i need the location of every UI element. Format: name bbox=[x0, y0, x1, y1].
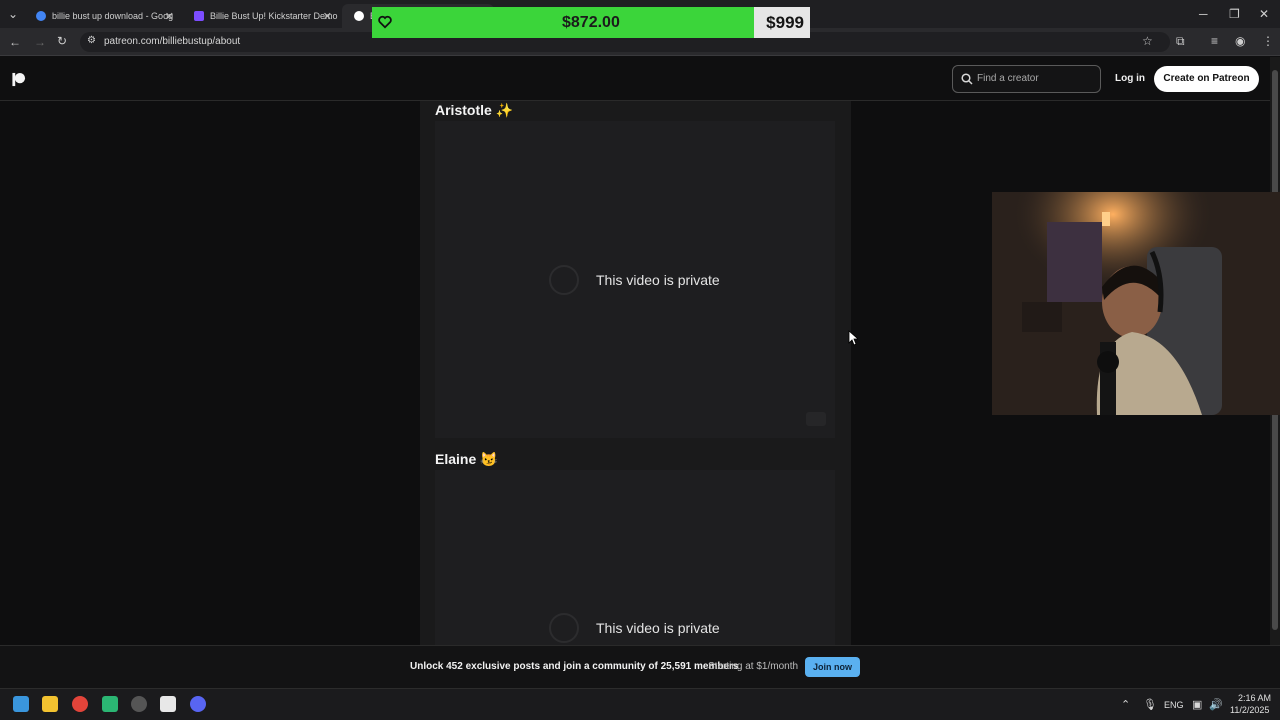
search-placeholder: Find a creator bbox=[977, 73, 1039, 84]
webcam-feed-image bbox=[992, 192, 1280, 415]
private-lock-icon bbox=[549, 265, 579, 295]
site-info-icon[interactable]: ⚙ bbox=[87, 36, 96, 46]
close-tab-icon[interactable]: ✕ bbox=[165, 10, 174, 23]
video-private-message: This video is private bbox=[596, 620, 720, 636]
webcam-overlay bbox=[992, 192, 1280, 415]
google-favicon-icon bbox=[36, 11, 46, 21]
search-icon bbox=[961, 73, 973, 85]
login-link[interactable]: Log in bbox=[1115, 73, 1145, 84]
back-arrow-icon[interactable]: ← bbox=[9, 36, 21, 48]
create-on-patreon-button[interactable]: Create on Patreon bbox=[1154, 66, 1259, 92]
discord-icon[interactable] bbox=[190, 696, 206, 712]
kickstarter-favicon-icon bbox=[194, 11, 204, 21]
app-gear-icon[interactable] bbox=[131, 696, 147, 712]
tab-label: Billie Bust Up! Kickstarter Demo bbox=[210, 11, 338, 21]
video-player[interactable] bbox=[435, 470, 835, 645]
restore-icon[interactable]: ❐ bbox=[1229, 8, 1240, 20]
extensions-icon[interactable]: ⧉ bbox=[1176, 35, 1185, 47]
media-control-icon[interactable]: ≡ bbox=[1211, 35, 1218, 47]
private-lock-icon bbox=[549, 613, 579, 643]
tab-list-icon[interactable]: ⌄ bbox=[8, 8, 18, 20]
tab-kickstarter[interactable]: Billie Bust Up! Kickstarter Demo ✕ bbox=[182, 4, 340, 28]
forward-arrow-icon[interactable]: → bbox=[34, 36, 46, 48]
bookmark-star-icon[interactable]: ☆ bbox=[1142, 35, 1153, 47]
donation-goal: $999 bbox=[766, 13, 804, 32]
banner-price: Starting at $1/month bbox=[708, 661, 799, 672]
banner-text: Unlock 452 exclusive posts and join a co… bbox=[410, 661, 739, 672]
donation-amount: $872.00 bbox=[562, 14, 620, 31]
tab-google-search[interactable]: billie bust up download - Goog ✕ bbox=[24, 4, 182, 28]
tray-chevron-icon[interactable]: ⌃ bbox=[1121, 698, 1130, 711]
tab-label: billie bust up download - Goog bbox=[52, 11, 174, 21]
profile-icon[interactable]: ◉ bbox=[1235, 35, 1245, 47]
chrome-icon[interactable] bbox=[72, 696, 88, 712]
close-tab-icon[interactable]: ✕ bbox=[323, 10, 332, 23]
app-green-icon[interactable] bbox=[102, 696, 118, 712]
patreon-logo-icon[interactable] bbox=[11, 72, 26, 87]
donation-progress-bar: $872.00 $999 bbox=[372, 7, 810, 38]
join-now-button[interactable]: Join now bbox=[805, 657, 860, 677]
clock-date[interactable]: 11/2/2025 bbox=[1230, 705, 1269, 715]
video-private-message: This video is private bbox=[596, 272, 720, 288]
microphone-icon[interactable]: 🎙 bbox=[1143, 698, 1157, 711]
clock-time[interactable]: 2:16 AM bbox=[1238, 693, 1271, 703]
close-window-icon[interactable]: ✕ bbox=[1259, 8, 1269, 20]
video-settings-icon[interactable] bbox=[806, 412, 826, 426]
network-icon[interactable]: ▣ bbox=[1192, 698, 1202, 711]
minimize-icon[interactable]: ─ bbox=[1199, 8, 1208, 20]
windows-start-icon[interactable] bbox=[13, 696, 29, 712]
reload-icon[interactable]: ↻ bbox=[57, 35, 67, 47]
app-terminal-icon[interactable] bbox=[160, 696, 176, 712]
heart-icon bbox=[378, 15, 392, 29]
video-title: Aristotle ✨ bbox=[435, 102, 514, 118]
mouse-cursor-icon bbox=[848, 330, 858, 346]
menu-kebab-icon[interactable]: ⋮ bbox=[1262, 35, 1274, 47]
left-background bbox=[0, 101, 420, 645]
url-text[interactable]: patreon.com/billiebustup/about bbox=[104, 36, 240, 47]
file-explorer-icon[interactable] bbox=[42, 696, 58, 712]
video-title: Elaine 😼 bbox=[435, 451, 498, 467]
patreon-favicon-icon bbox=[354, 11, 364, 21]
volume-icon[interactable]: 🔊 bbox=[1209, 698, 1223, 711]
language-indicator[interactable]: ENG bbox=[1164, 700, 1184, 710]
